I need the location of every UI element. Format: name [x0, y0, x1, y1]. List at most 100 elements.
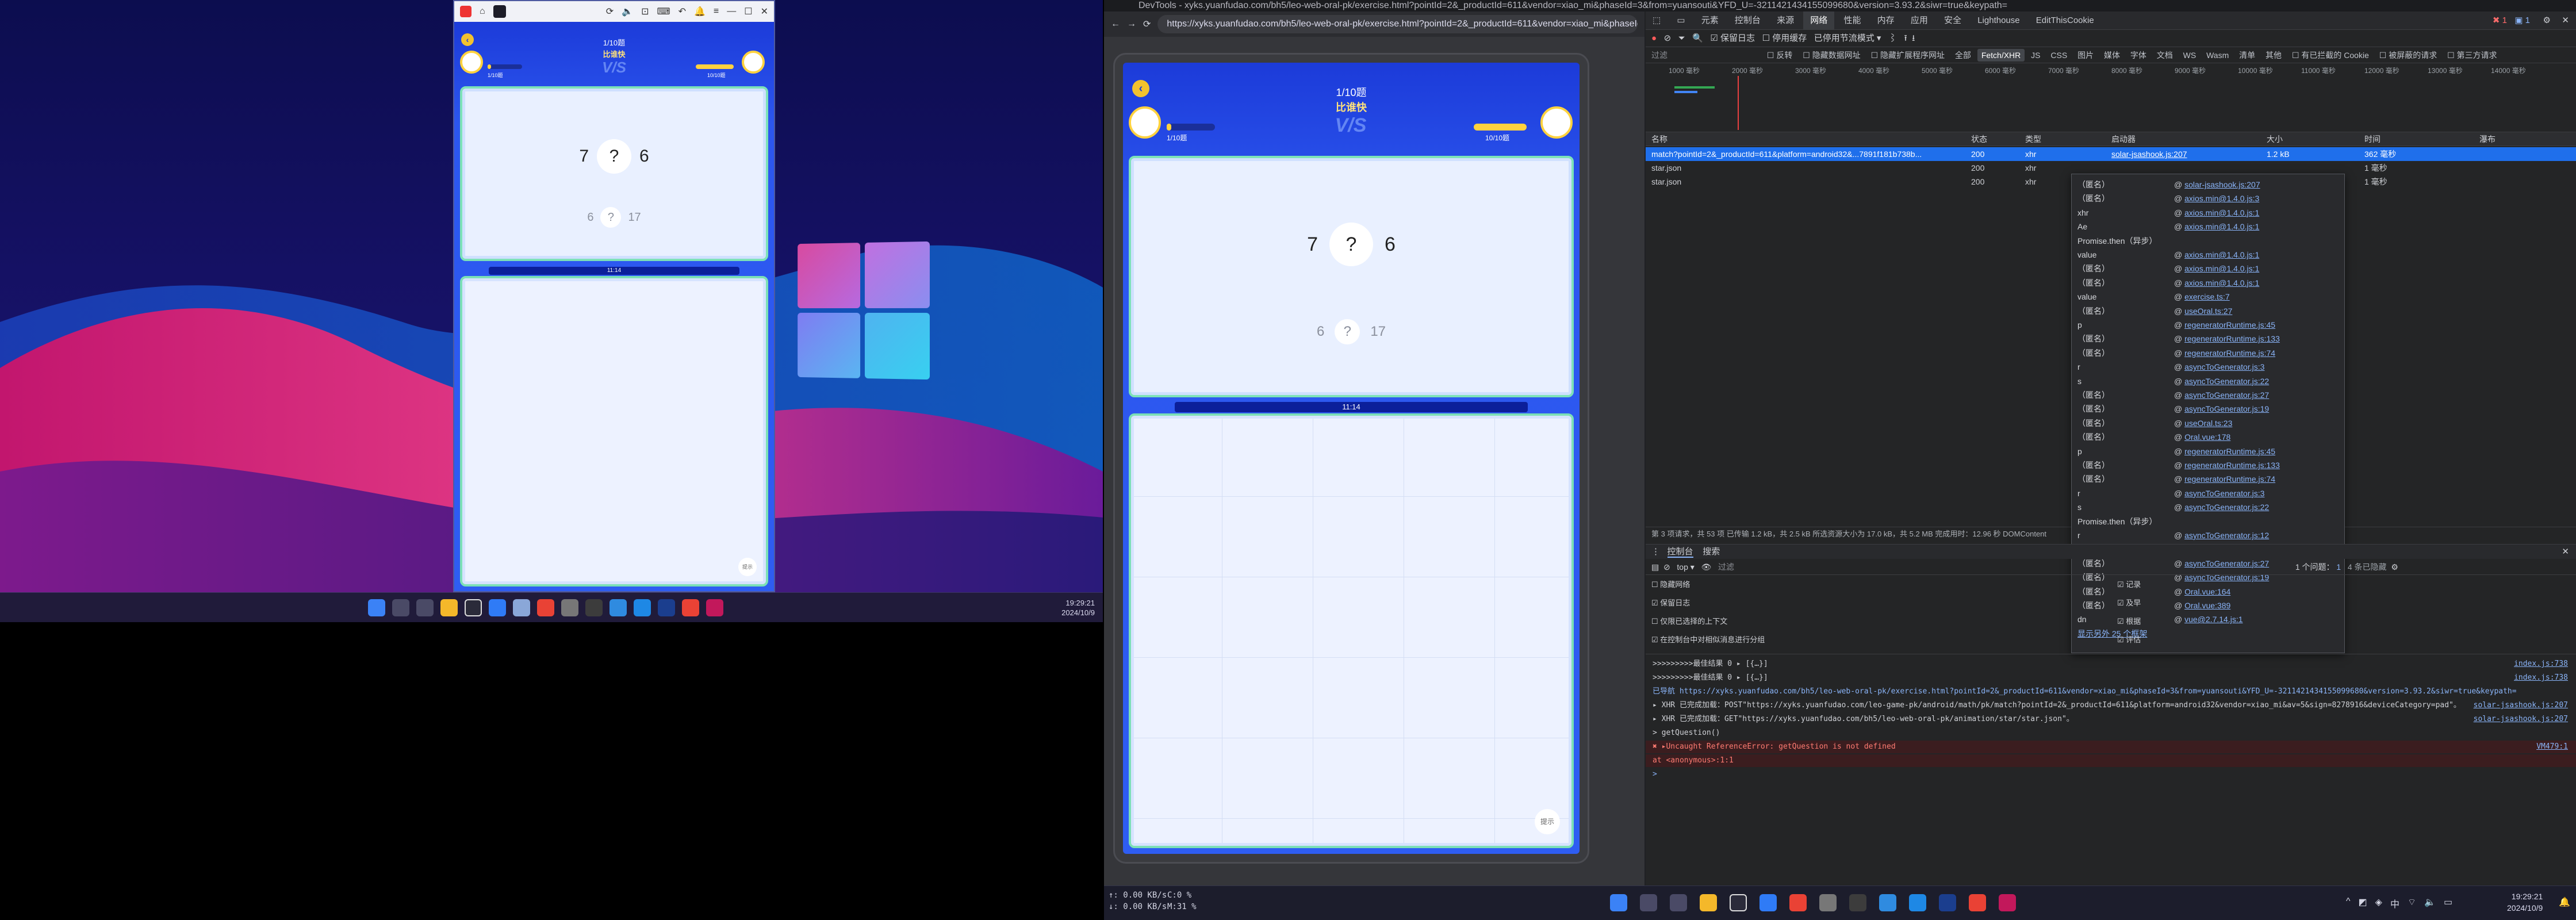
- issues-label[interactable]: 1 个问题：: [2295, 562, 2334, 572]
- hint-button[interactable]: 提示: [738, 558, 757, 576]
- filter-js[interactable]: JS: [2027, 49, 2044, 62]
- stack-frame-link[interactable]: asyncToGenerator.js:22: [2184, 503, 2269, 512]
- stack-frame-link[interactable]: regeneratorRuntime.js:45: [2184, 320, 2275, 329]
- stack-frame-link[interactable]: regeneratorRuntime.js:45: [2184, 447, 2275, 456]
- settings-icon[interactable]: [561, 599, 578, 616]
- close-icon[interactable]: ✕: [761, 6, 768, 17]
- stack-frame-link[interactable]: useOral.ts:23: [2184, 419, 2232, 428]
- drawer-tab-search[interactable]: 搜索: [1703, 547, 1720, 557]
- stack-frame-location[interactable]: @ solar-jsashook.js:207: [2174, 180, 2260, 189]
- home-icon[interactable]: ⌂: [480, 6, 485, 17]
- stack-frame[interactable]: s @ asyncToGenerator.js:22: [2077, 500, 2342, 514]
- filter-input[interactable]: 过滤: [1651, 47, 1761, 63]
- stack-frame-link[interactable]: axios.min@1.4.0.js:1: [2184, 208, 2259, 217]
- stack-frame-link[interactable]: asyncToGenerator.js:22: [2184, 377, 2269, 386]
- filter-img[interactable]: 图片: [2073, 49, 2098, 62]
- minimize-icon[interactable]: —: [727, 6, 736, 17]
- tab-application[interactable]: 应用: [1904, 12, 1935, 29]
- stack-frame-link[interactable]: exercise.ts:7: [2184, 292, 2230, 301]
- tray-app2-icon[interactable]: ◈: [2375, 896, 2382, 910]
- notification-bell-icon[interactable]: 🔔: [2559, 896, 2570, 908]
- chrome-icon[interactable]: [537, 599, 554, 616]
- app-navy-icon[interactable]: [1939, 894, 1956, 911]
- stack-frame[interactable]: （匿名） @ regeneratorRuntime.js:133: [2077, 332, 2342, 346]
- group-similar-checkbox[interactable]: ☑ 在控制台中对相似消息进行分组: [1651, 634, 1765, 645]
- filter-icon[interactable]: ⏷: [1678, 33, 1685, 43]
- volume-icon[interactable]: 🔈: [622, 6, 633, 17]
- stack-frame[interactable]: p @ regeneratorRuntime.js:45: [2077, 444, 2342, 458]
- stack-frame[interactable]: （匿名） @ useOral.ts:23: [2077, 416, 2342, 430]
- stack-frame-link[interactable]: regeneratorRuntime.js:74: [2184, 348, 2275, 358]
- stack-frame-link[interactable]: solar-jsashook.js:207: [2184, 180, 2260, 189]
- stack-frame-location[interactable]: @ exercise.ts:7: [2174, 292, 2230, 301]
- scratch-pad[interactable]: 提示: [460, 276, 768, 586]
- stack-frame-link[interactable]: axios.min@1.4.0.js:1: [2184, 222, 2259, 231]
- chrome-2-icon[interactable]: [682, 599, 699, 616]
- stack-frame[interactable]: r @ asyncToGenerator.js:3: [2077, 486, 2342, 500]
- console-message[interactable]: >: [1646, 768, 2576, 781]
- stack-frame[interactable]: r @ asyncToGenerator.js:12: [2077, 528, 2342, 542]
- stack-frame-location[interactable]: @ axios.min@1.4.0.js:1: [2174, 222, 2259, 231]
- tab-lighthouse[interactable]: Lighthouse: [1971, 12, 2026, 29]
- filter-doc[interactable]: 文档: [2153, 49, 2177, 62]
- clear-icon[interactable]: ⊘: [1664, 33, 1672, 43]
- console-source-link[interactable]: index.js:738: [2514, 672, 2568, 684]
- url-field[interactable]: https://xyks.yuanfudao.com/bh5/leo-web-o…: [1157, 15, 1638, 33]
- devtools-close-icon[interactable]: ✕: [2562, 15, 2569, 25]
- stack-frame[interactable]: Ae @ axios.min@1.4.0.js:1: [2077, 220, 2342, 233]
- tab-editthiscookie[interactable]: EditThisCookie: [2029, 12, 2101, 29]
- stack-frame-link[interactable]: asyncToGenerator.js:3: [2184, 362, 2264, 371]
- selected-context-checkbox[interactable]: ☐ 仅限已选择的上下文: [1651, 615, 1727, 626]
- hide-ext-urls-checkbox[interactable]: ☐ 隐藏扩展程序网址: [1867, 49, 1949, 62]
- console-preserve-log-checkbox[interactable]: ☑ 保留日志: [1651, 597, 1690, 608]
- forward-icon[interactable]: →: [1127, 19, 1136, 29]
- col-type[interactable]: 类型: [2025, 132, 2041, 145]
- github-icon[interactable]: [1730, 894, 1747, 911]
- console-clear-icon[interactable]: ⊘: [1663, 562, 1670, 572]
- sidebar-toggle-icon[interactable]: ▤: [1651, 562, 1659, 572]
- app-blue-icon[interactable]: [1879, 894, 1896, 911]
- stack-frame[interactable]: xhr @ axios.min@1.4.0.js:1: [2077, 206, 2342, 220]
- explorer-icon[interactable]: [1700, 894, 1717, 911]
- filter-ws[interactable]: WS: [2179, 49, 2201, 62]
- stack-frame-location[interactable]: @ asyncToGenerator.js:12: [2174, 531, 2269, 540]
- volume-icon[interactable]: 🔈: [2424, 896, 2436, 910]
- settings-icon[interactable]: [1819, 894, 1837, 911]
- filter-fetch-xhr[interactable]: Fetch/XHR: [1977, 49, 2025, 62]
- back-icon[interactable]: ←: [1111, 19, 1120, 29]
- record-icon[interactable]: ●: [1651, 33, 1657, 43]
- ime-indicator[interactable]: 中: [2390, 896, 2399, 910]
- throttle-select[interactable]: 已停用节流模式: [1814, 33, 1874, 43]
- preserve-log-checkbox[interactable]: ☑ 保留日志: [1710, 33, 1755, 43]
- stack-frame[interactable]: （匿名） @ useOral.ts:27: [2077, 304, 2342, 318]
- tab-console[interactable]: 控制台: [1728, 12, 1768, 29]
- stack-frame[interactable]: （匿名） @ regeneratorRuntime.js:133: [2077, 458, 2342, 472]
- tray-arrow-icon[interactable]: ^: [2346, 896, 2351, 910]
- stack-frame[interactable]: （匿名） @ regeneratorRuntime.js:74: [2077, 346, 2342, 360]
- tab-network[interactable]: 网络: [1803, 12, 1835, 29]
- filter-font[interactable]: 字体: [2126, 49, 2150, 62]
- stack-frame-location[interactable]: @ asyncToGenerator.js:27: [2174, 390, 2269, 400]
- notification-icon[interactable]: 🔔: [694, 6, 706, 17]
- inspect-icon[interactable]: ⬚: [1646, 12, 1667, 29]
- stack-frame-link[interactable]: asyncToGenerator.js:3: [2184, 489, 2264, 498]
- stack-frame[interactable]: value @ axios.min@1.4.0.js:1: [2077, 248, 2342, 262]
- filter-media[interactable]: 媒体: [2100, 49, 2124, 62]
- hide-network-checkbox[interactable]: ☐ 隐藏网络: [1651, 578, 1690, 589]
- stack-frame-location[interactable]: @ axios.min@1.4.0.js:1: [2174, 250, 2259, 259]
- tab-memory[interactable]: 内存: [1870, 12, 1902, 29]
- stack-frame[interactable]: p @ regeneratorRuntime.js:45: [2077, 318, 2342, 332]
- wifi-icon[interactable]: ⌇: [1888, 33, 1897, 43]
- drawer-close-icon[interactable]: ✕: [2562, 545, 2569, 559]
- maximize-icon[interactable]: ☐: [744, 6, 752, 17]
- request-initiator[interactable]: solar-jsashook.js:207: [2111, 147, 2187, 161]
- stack-frame[interactable]: value @ exercise.ts:7: [2077, 290, 2342, 304]
- col-size[interactable]: 大小: [2267, 132, 2283, 145]
- user-activation-checkbox[interactable]: ☑ 评估: [2117, 634, 2141, 645]
- stack-frame[interactable]: r @ asyncToGenerator.js:3: [2077, 360, 2342, 374]
- stack-frame-location[interactable]: @ asyncToGenerator.js:3: [2174, 362, 2264, 371]
- emulator-task-icon[interactable]: [706, 599, 723, 616]
- col-time[interactable]: 时间: [2364, 132, 2380, 145]
- stack-frame-link[interactable]: axios.min@1.4.0.js:1: [2184, 250, 2259, 259]
- request-name[interactable]: star.json: [1651, 161, 1681, 175]
